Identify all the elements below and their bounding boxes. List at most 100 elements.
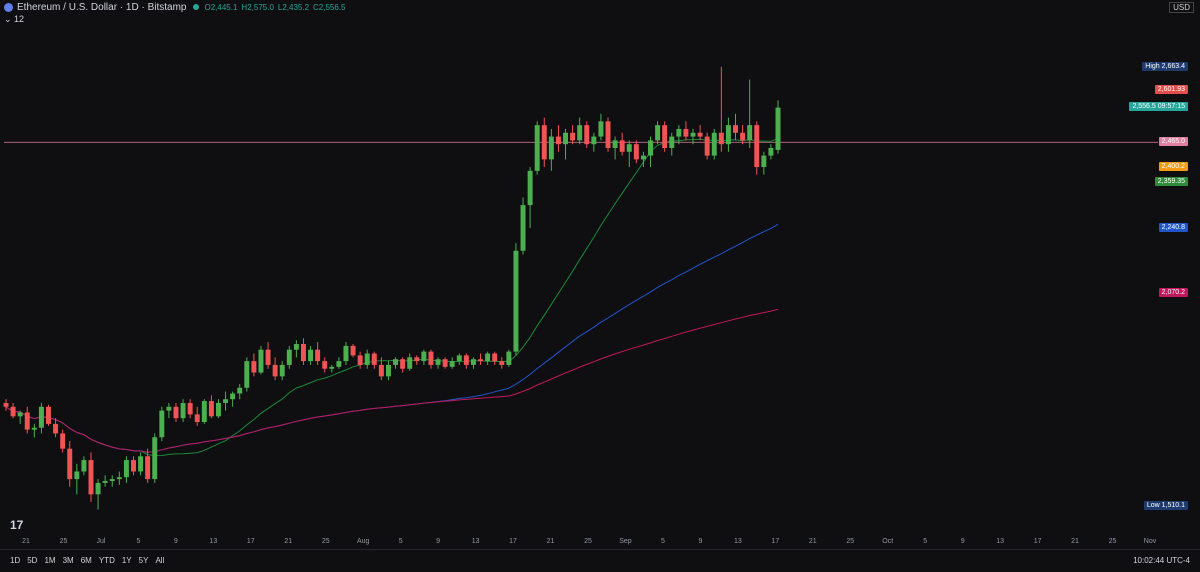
candle-body <box>159 410 165 438</box>
x-tick-label: Sep <box>619 538 632 545</box>
candle-body <box>81 460 87 472</box>
x-tick-label: 25 <box>584 538 592 545</box>
candle-body <box>187 402 193 415</box>
candle-body <box>74 471 80 480</box>
candle-body <box>584 125 590 145</box>
candle-body <box>747 125 753 141</box>
candle-body <box>180 402 186 419</box>
candle-body <box>46 406 51 424</box>
x-tick-label: 25 <box>322 538 330 545</box>
candle-body <box>563 132 569 145</box>
moving-average-60 <box>5 223 779 453</box>
price-label: Low 1,510.1 <box>1143 500 1188 510</box>
candle-body <box>640 155 646 160</box>
range-5y[interactable]: 5Y <box>139 556 149 565</box>
candle-body <box>570 132 576 141</box>
candle-body <box>449 361 455 367</box>
range-1y[interactable]: 1Y <box>122 556 132 565</box>
candle-body <box>378 364 384 377</box>
candle-body <box>336 361 342 367</box>
clock: 10:02:44 UTC-4 <box>1133 556 1190 565</box>
candle-body <box>208 401 214 417</box>
candle-body <box>138 456 144 472</box>
candle-body <box>329 366 335 369</box>
range-1m[interactable]: 1M <box>44 556 55 565</box>
candle-body <box>711 132 717 156</box>
candle-body <box>619 140 625 152</box>
x-tick-label: 21 <box>1071 538 1079 545</box>
candle-body <box>733 125 738 133</box>
candle-body <box>300 343 306 362</box>
candle-body <box>272 364 278 377</box>
candle-body <box>612 140 618 148</box>
range-5d[interactable]: 5D <box>27 556 37 565</box>
x-tick-label: 17 <box>509 538 517 545</box>
candle-body <box>591 136 597 145</box>
x-tick-label: 21 <box>809 538 817 545</box>
candle-body <box>725 125 731 145</box>
candle-body <box>605 121 611 148</box>
candle-body <box>435 359 441 365</box>
tradingview-logo: 17 <box>10 518 24 532</box>
candle-body <box>109 479 115 482</box>
candle-body <box>215 402 221 417</box>
candle-body <box>541 125 547 160</box>
candle-body <box>244 361 250 388</box>
candle-body <box>534 125 540 171</box>
candle-body <box>364 353 370 365</box>
candle-body <box>697 132 703 137</box>
candle-body <box>343 345 349 362</box>
candle-body <box>555 136 561 145</box>
candle-body <box>293 343 299 350</box>
candle-body <box>669 136 675 148</box>
candle-body <box>116 477 122 480</box>
x-tick-label: 21 <box>284 538 292 545</box>
price-chart[interactable]: 2,700.02,650.02,600.02,550.02,500.02,450… <box>0 0 1160 548</box>
x-tick-label: 21 <box>547 538 555 545</box>
candle-body <box>17 412 23 417</box>
candle-body <box>131 460 136 472</box>
price-label: 2,070.2 <box>1158 287 1188 297</box>
candle-body <box>166 406 172 411</box>
candle-body <box>548 136 554 160</box>
candle-body <box>265 349 271 365</box>
candle-body <box>485 353 491 362</box>
candle-body <box>633 144 639 160</box>
candle-body <box>24 412 30 430</box>
candle-body <box>499 361 505 365</box>
candle-body <box>194 414 200 423</box>
candle-body <box>520 205 526 251</box>
x-tick-label: 5 <box>136 538 140 545</box>
candle-body <box>683 128 689 137</box>
candle-body <box>655 125 661 141</box>
range-6m[interactable]: 6M <box>81 556 92 565</box>
candle-body <box>152 437 158 480</box>
range-all[interactable]: All <box>155 556 164 565</box>
candle-body <box>60 433 66 449</box>
candle-body <box>456 355 462 362</box>
candle-body <box>357 355 363 365</box>
candle-body <box>768 147 774 156</box>
candle-body <box>95 482 101 495</box>
price-label: 2,556.5 09:57:15 <box>1129 102 1188 112</box>
range-1d[interactable]: 1D <box>10 556 20 565</box>
candle-body <box>407 357 413 369</box>
price-label: 2,601.93 <box>1154 85 1188 95</box>
range-3m[interactable]: 3M <box>63 556 74 565</box>
candle-body <box>704 136 710 156</box>
candle-body <box>123 460 129 478</box>
x-tick-label: 25 <box>60 538 68 545</box>
x-tick-label: 25 <box>846 538 854 545</box>
price-label: 2,359.35 <box>1154 177 1188 187</box>
x-tick-label: Nov <box>1144 538 1157 545</box>
candle-body <box>145 456 151 480</box>
x-tick-label: 13 <box>734 538 742 545</box>
candle-body <box>393 359 399 365</box>
currency-button[interactable]: USD <box>1169 2 1194 13</box>
candle-body <box>662 125 668 148</box>
x-tick-label: 17 <box>771 538 779 545</box>
candle-body <box>513 250 519 352</box>
price-label: 2,400.2 <box>1158 161 1188 171</box>
range-ytd[interactable]: YTD <box>99 556 115 565</box>
price-label: 2,240.8 <box>1158 222 1188 232</box>
